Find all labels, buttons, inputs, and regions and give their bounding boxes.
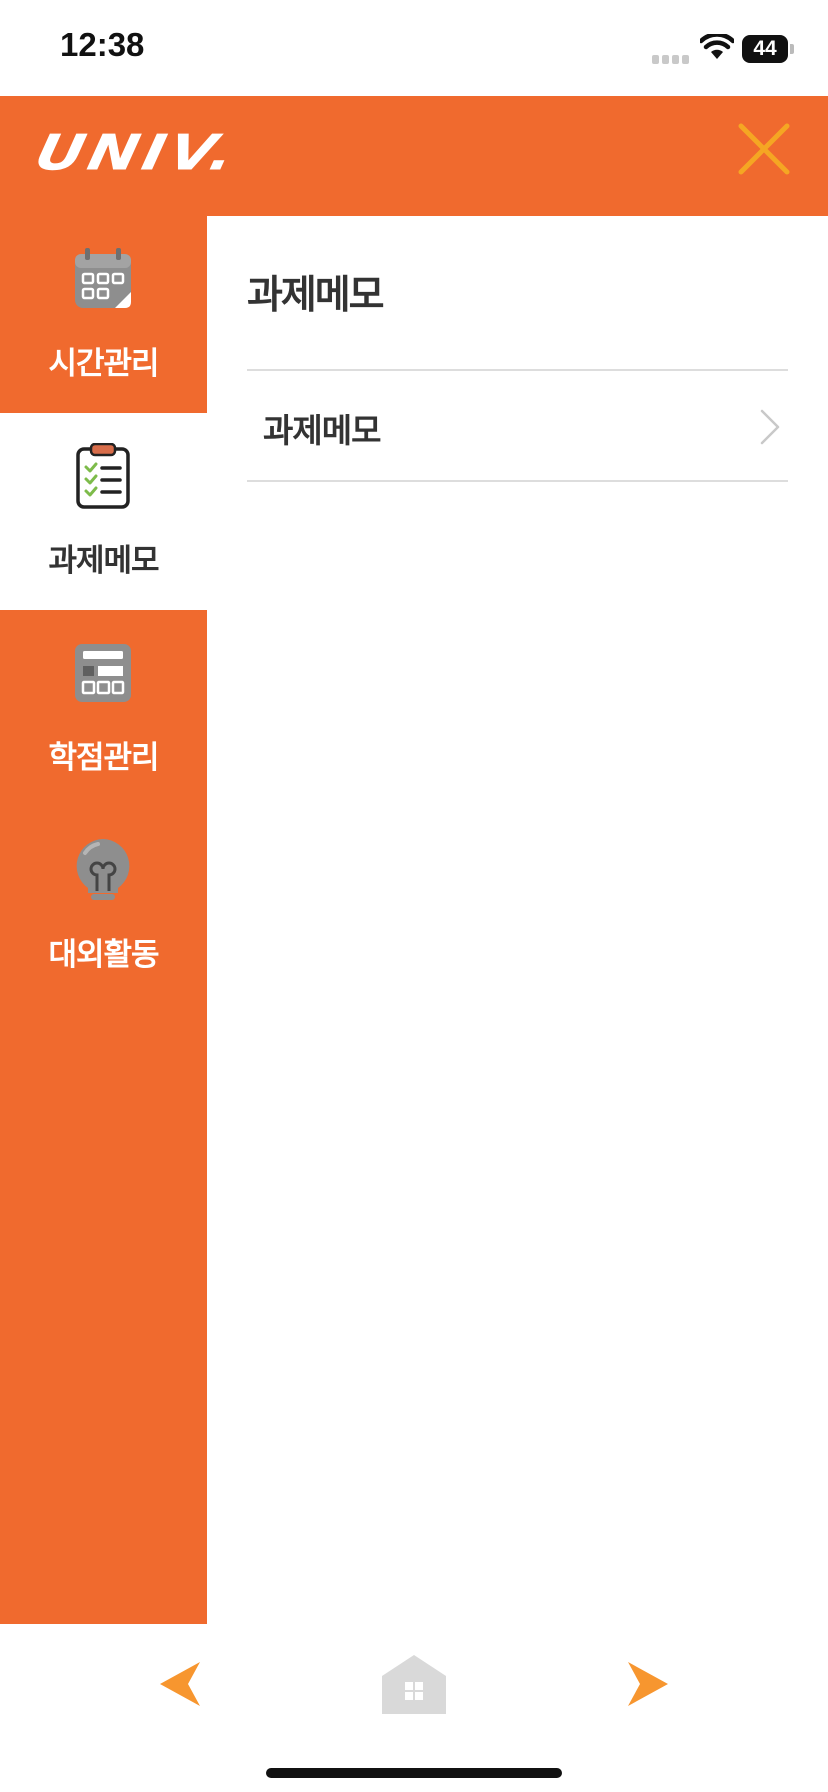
home-indicator[interactable] — [266, 1768, 562, 1778]
forward-arrow-icon — [628, 1662, 668, 1706]
sidebar-item-external-activities[interactable]: 대외활동 — [0, 807, 207, 1004]
calendar-icon — [75, 248, 131, 308]
back-button[interactable] — [158, 1660, 202, 1712]
sidebar-item-assignment-memo[interactable]: 과제메모 — [0, 413, 207, 610]
sidebar-item-label: 학점관리 — [48, 740, 159, 776]
divider — [247, 480, 788, 482]
page-title: 과제메모 — [247, 273, 385, 318]
close-icon — [738, 123, 790, 175]
battery-indicator: 44 — [742, 35, 788, 63]
main-content: 과제메모 과제메모 — [207, 216, 828, 1624]
sidebar-item-grade-management[interactable]: 학점관리 — [0, 610, 207, 807]
wifi-icon — [700, 34, 734, 59]
app-header: UNIV. — [0, 96, 828, 216]
cellular-signal-icon — [652, 49, 692, 68]
status-time: 12:38 — [60, 26, 145, 63]
bottom-navigation — [0, 1624, 828, 1792]
sidebar-item-label: 시간관리 — [48, 346, 159, 382]
divider — [247, 369, 788, 371]
home-button[interactable] — [381, 1654, 447, 1718]
clipboard-checklist-icon — [76, 443, 130, 509]
list-item-label: 과제메모 — [263, 411, 381, 450]
sidebar-item-label: 과제메모 — [48, 543, 159, 579]
calculator-icon — [75, 644, 131, 702]
sidebar-item-time-management[interactable]: 시간관리 — [0, 216, 207, 413]
status-bar: 12:38 44 — [0, 0, 828, 96]
sidebar: 시간관리 과제메모 학점관리 대외활동 — [0, 216, 207, 1624]
forward-button[interactable] — [626, 1660, 670, 1712]
chevron-right-icon — [760, 409, 780, 445]
battery-tip — [790, 44, 794, 54]
back-arrow-icon — [160, 1662, 200, 1706]
home-icon — [382, 1655, 446, 1714]
list-item-assignment-memo[interactable]: 과제메모 — [247, 372, 788, 480]
app-logo: UNIV. — [29, 124, 244, 182]
close-button[interactable] — [733, 118, 795, 180]
lightbulb-icon — [76, 839, 130, 900]
sidebar-item-label: 대외활동 — [48, 937, 159, 973]
